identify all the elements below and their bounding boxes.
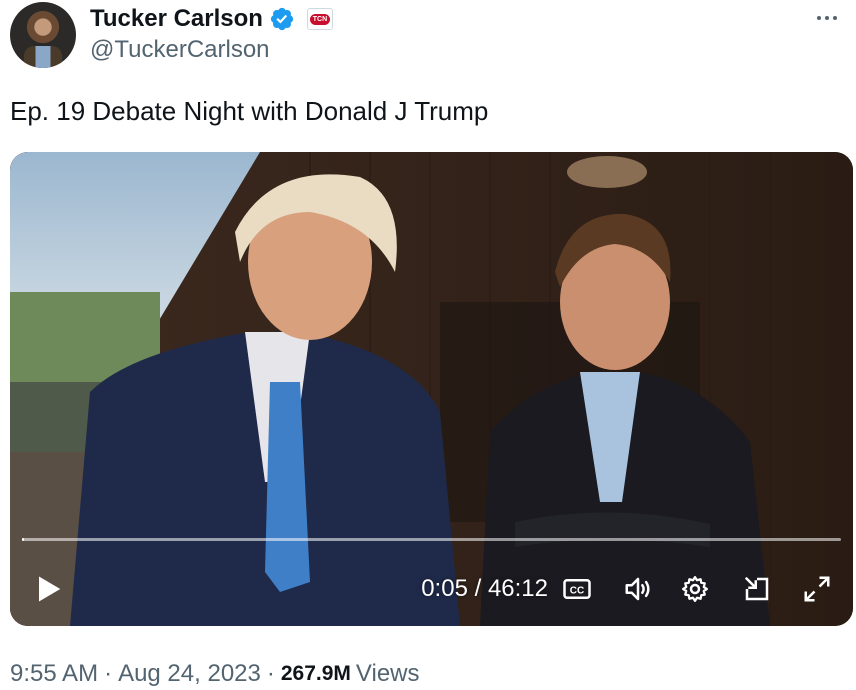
cc-label: CC <box>570 585 584 596</box>
tweet-date[interactable]: Aug 24, 2023 <box>118 660 261 688</box>
video-time: 0:05 / 46:12 <box>398 574 548 604</box>
affiliate-badge-label: TCN <box>309 13 331 25</box>
display-name[interactable]: Tucker Carlson <box>90 5 263 33</box>
tweet-text: Ep. 19 Debate Night with Donald J Trump <box>10 96 489 126</box>
fullscreen-icon[interactable] <box>800 572 834 606</box>
meta-separator: · <box>266 660 275 687</box>
views-label: Views <box>355 660 420 687</box>
current-time: 0:05 <box>421 575 468 602</box>
video-progress-bar[interactable] <box>22 538 841 541</box>
duration: 46:12 <box>487 575 548 602</box>
avatar-figure <box>24 46 62 68</box>
video-player[interactable]: 0:05 / 46:12 CC <box>10 152 853 626</box>
author-name-row: Tucker Carlson TCN <box>90 4 333 34</box>
avatar[interactable] <box>10 2 76 68</box>
video-frame <box>10 152 853 626</box>
volume-icon[interactable] <box>621 572 655 606</box>
views-count: 267.9M <box>280 662 351 685</box>
dock-icon[interactable] <box>740 572 774 606</box>
meta-separator: · <box>104 660 113 687</box>
tweet-time[interactable]: 9:55 AM <box>10 660 98 688</box>
affiliate-badge[interactable]: TCN <box>306 8 333 30</box>
more-icon[interactable] <box>812 8 842 28</box>
gear-icon[interactable] <box>678 572 712 606</box>
tweet-meta: 9:55 AM · Aug 24, 2023 · 267.9M Views <box>10 660 420 688</box>
handle[interactable]: @TuckerCarlson <box>90 36 270 64</box>
time-separator: / <box>474 575 482 602</box>
video-progress-fill <box>22 538 24 541</box>
play-icon[interactable] <box>34 574 64 604</box>
verified-icon[interactable] <box>269 6 295 32</box>
cc-icon[interactable]: CC <box>560 572 594 606</box>
